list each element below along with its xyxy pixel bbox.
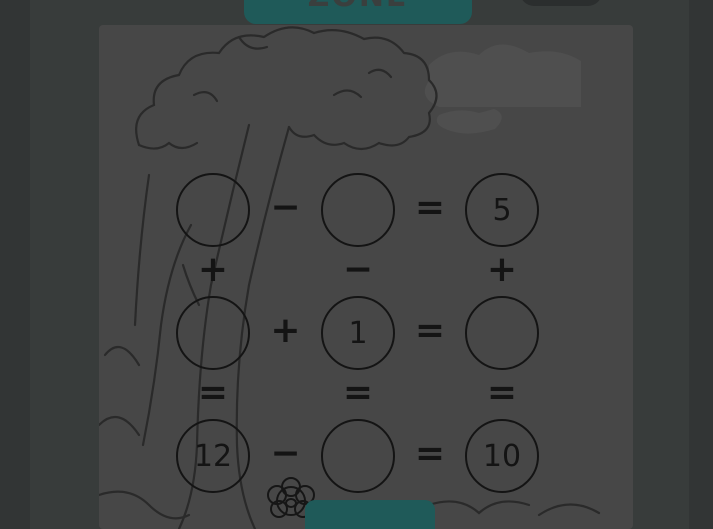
- number-cell: 1: [321, 296, 395, 370]
- number-cell: 10: [465, 419, 539, 493]
- operator-sign: +: [486, 248, 518, 290]
- equals-sign: =: [486, 371, 518, 413]
- number-cell: 5: [465, 173, 539, 247]
- operator-sign: −: [270, 187, 301, 228]
- operator-sign: −: [270, 433, 301, 474]
- cloud-icon: [424, 44, 581, 134]
- number-cell: 12: [176, 419, 250, 493]
- empty-answer-cell[interactable]: [176, 296, 250, 370]
- equals-sign: =: [197, 371, 229, 413]
- equals-sign: =: [414, 187, 446, 228]
- bottom-tab[interactable]: [305, 500, 435, 529]
- top-right-button[interactable]: [520, 0, 602, 6]
- operator-sign: −: [342, 248, 374, 290]
- operator-sign: +: [270, 310, 301, 351]
- header-tab: ZONE: [244, 0, 472, 24]
- empty-answer-cell[interactable]: [176, 173, 250, 247]
- header-title: ZONE: [244, 0, 472, 12]
- operator-sign: +: [197, 248, 229, 290]
- empty-answer-cell[interactable]: [465, 296, 539, 370]
- game-screen: ZONE: [0, 0, 713, 529]
- equals-sign: =: [342, 371, 374, 413]
- equals-sign: =: [414, 310, 446, 351]
- empty-answer-cell[interactable]: [321, 173, 395, 247]
- equals-sign: =: [414, 433, 446, 474]
- empty-answer-cell[interactable]: [321, 419, 395, 493]
